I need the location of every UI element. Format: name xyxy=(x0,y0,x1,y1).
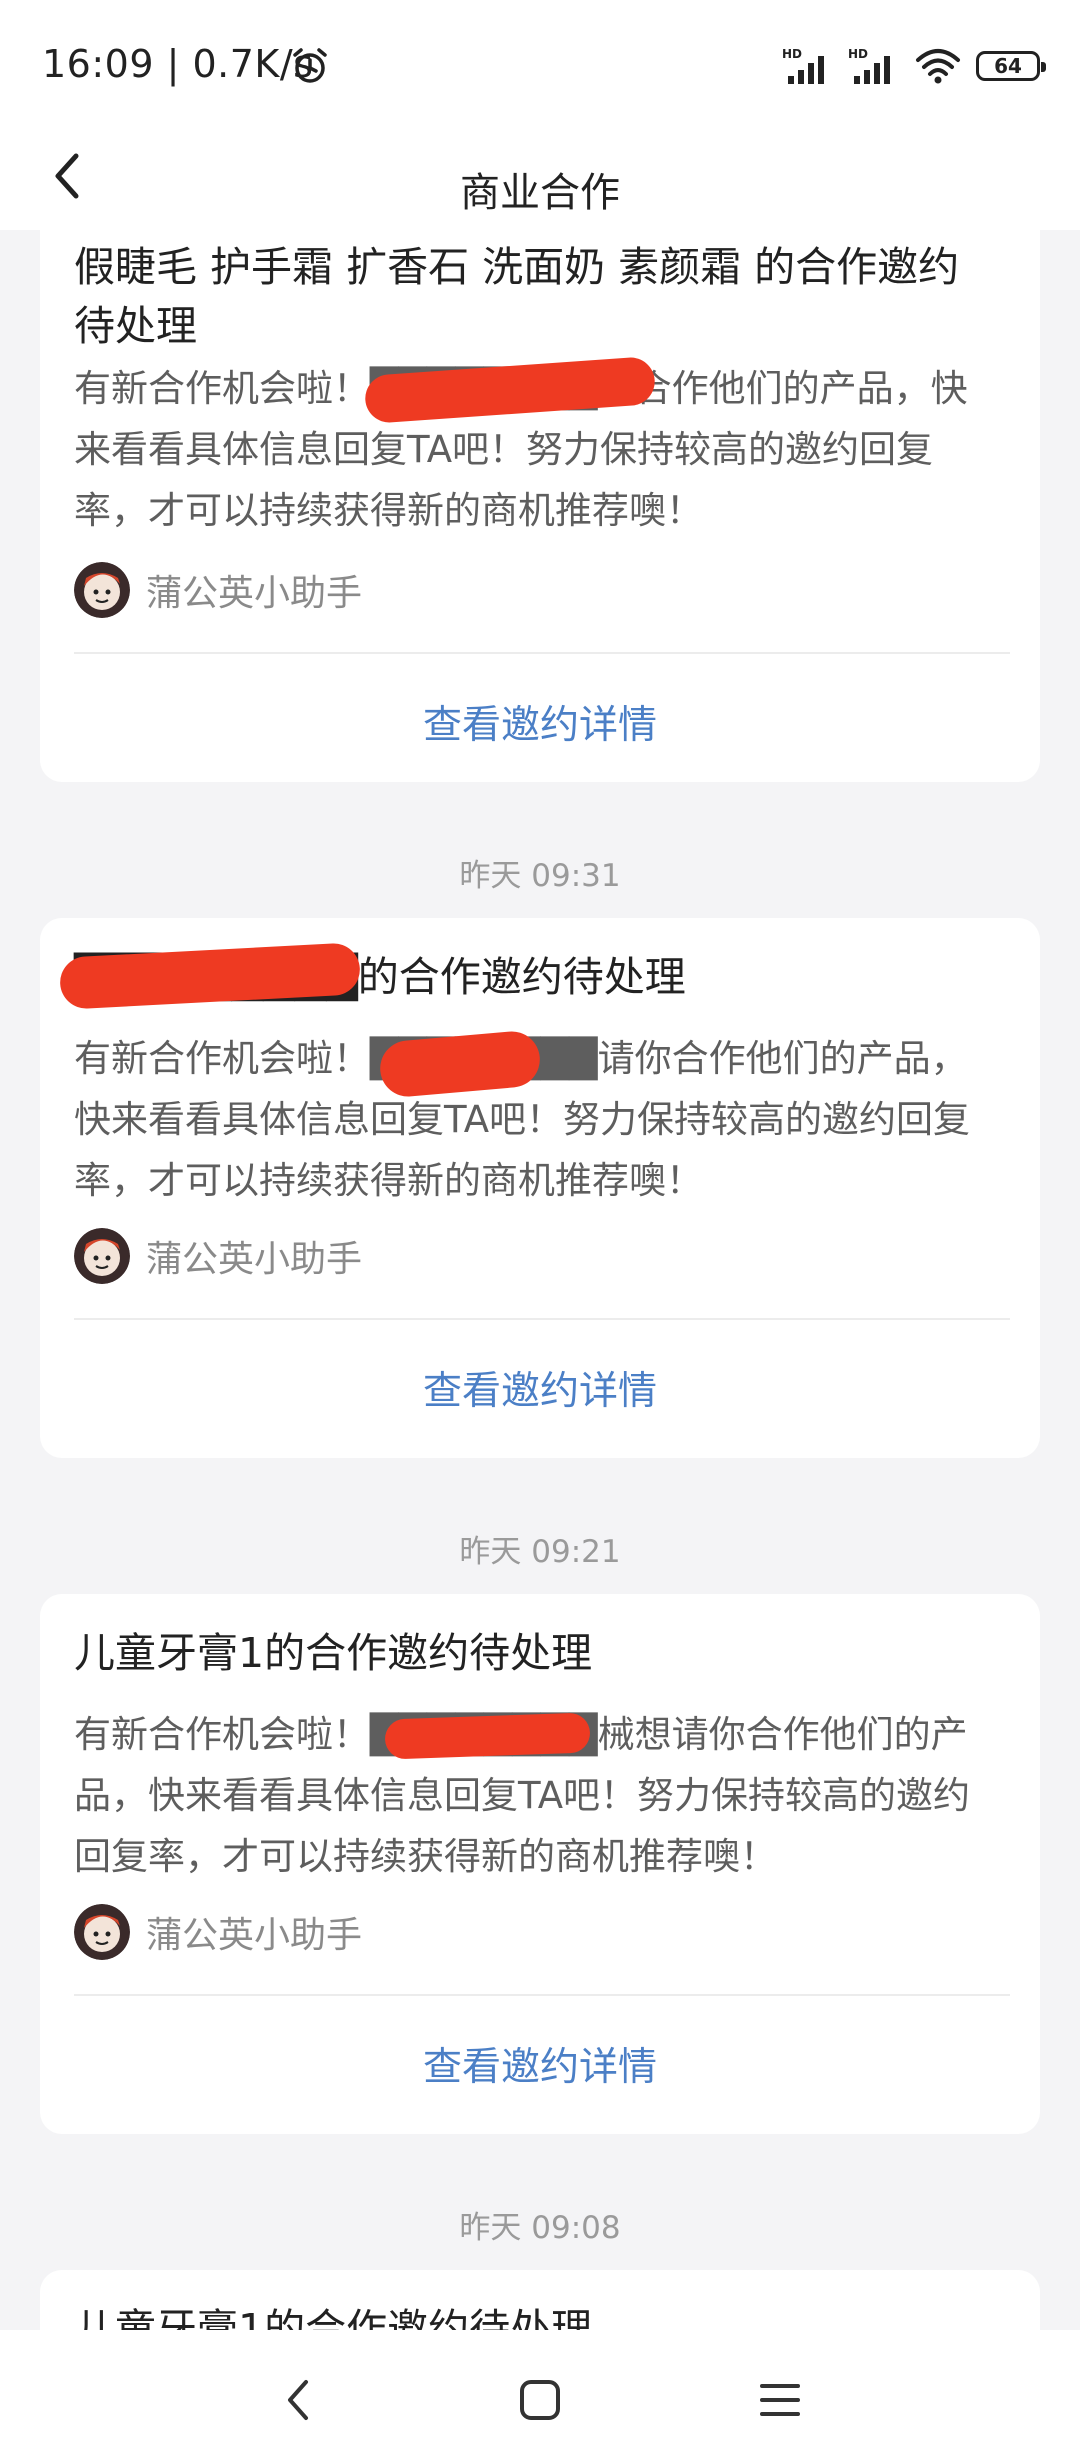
wifi-icon xyxy=(916,49,960,84)
status-icons: HD HD 64 xyxy=(782,46,1046,86)
page-title: 商业合作 xyxy=(460,170,620,216)
battery-icon: 64 xyxy=(976,51,1046,81)
divider xyxy=(74,1318,1010,1320)
message-card: 儿童牙膏1的合作邀约待处理 有新合作机会啦！████████械想请你合作他们的产… xyxy=(40,1594,1040,2134)
timestamp: 昨天 09:31 xyxy=(459,858,621,894)
signal-icon: HD xyxy=(848,47,890,84)
back-triangle-icon[interactable] xyxy=(270,2370,330,2430)
status-bar: 16:09 | 0.7K/s HD HD 64 xyxy=(0,0,1080,130)
divider xyxy=(74,1994,1010,1996)
avatar xyxy=(74,1228,130,1284)
header-bar: 商业合作 xyxy=(0,130,1080,230)
message-card: 假睫毛 护手霜 扩香石 洗面奶 素颜霜 的合作邀约待处理 有新合作机会啦！███… xyxy=(40,222,1040,782)
avatar xyxy=(74,562,130,618)
view-invite-details-link[interactable]: 查看邀约详情 xyxy=(40,2036,1040,2092)
svg-text:HD: HD xyxy=(848,47,868,61)
view-invite-details-link[interactable]: 查看邀约详情 xyxy=(40,1360,1040,1416)
signal-icon: HD xyxy=(782,47,824,84)
status-time: 16:09 | 0.7K/s xyxy=(42,42,314,86)
card-title: 儿童牙膏1的合作邀约待处理 xyxy=(74,2305,593,2330)
alarm-icon xyxy=(293,48,327,83)
sender: 蒲公英小助手 xyxy=(74,562,362,618)
sender: 蒲公英小助手 xyxy=(74,1228,362,1284)
sender-name: 蒲公英小助手 xyxy=(146,1239,363,1280)
timestamp: 昨天 09:08 xyxy=(459,2210,621,2246)
divider xyxy=(74,652,1010,654)
menu-lines-icon[interactable] xyxy=(750,2370,810,2430)
svg-text:HD: HD xyxy=(782,47,802,61)
message-card: █████████的合作邀约待处理 有新合作机会啦！████████请你合作他们… xyxy=(40,918,1040,1458)
redaction-mark xyxy=(384,1712,591,1760)
home-square-icon[interactable] xyxy=(510,2370,570,2430)
system-nav-bar xyxy=(0,2330,1080,2460)
sender-name: 蒲公英小助手 xyxy=(146,573,363,614)
sender: 蒲公英小助手 xyxy=(74,1904,362,1960)
sender-name: 蒲公英小助手 xyxy=(146,1915,363,1956)
message-list[interactable]: 假睫毛 护手霜 扩香石 洗面奶 素颜霜 的合作邀约待处理 有新合作机会啦！███… xyxy=(0,222,1080,2330)
view-invite-details-link[interactable]: 查看邀约详情 xyxy=(40,694,1040,750)
avatar xyxy=(74,1904,130,1960)
card-title: 儿童牙膏1的合作邀约待处理 xyxy=(74,1629,593,1677)
message-card: 儿童牙膏1的合作邀约待处理 xyxy=(40,2270,1040,2330)
card-title: 假睫毛 护手霜 扩香石 洗面奶 素颜霜 的合作邀约待处理 xyxy=(74,243,960,350)
timestamp: 昨天 09:21 xyxy=(459,1534,621,1570)
